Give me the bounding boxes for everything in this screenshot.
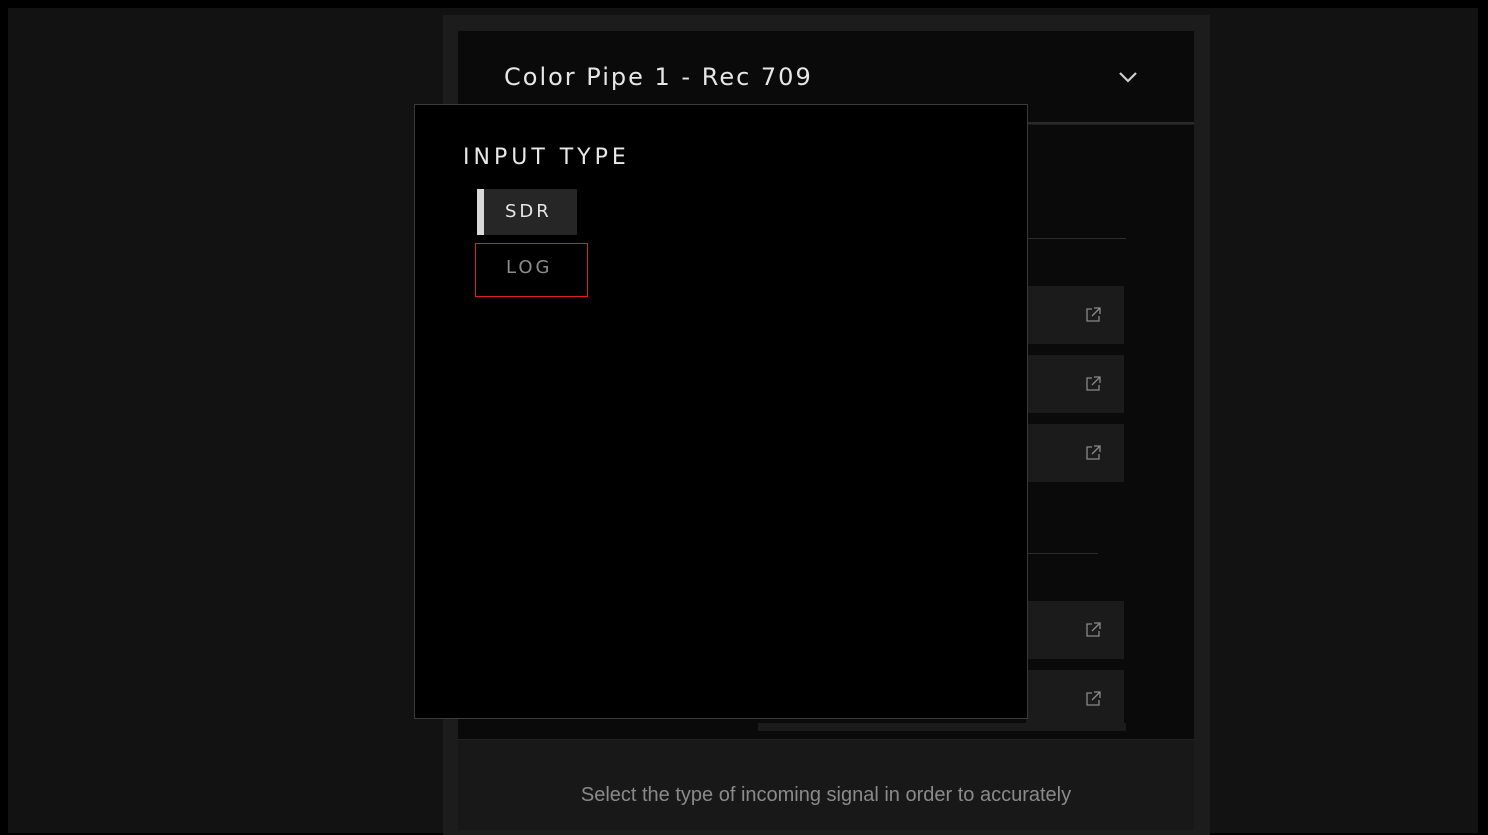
chevron-down-icon[interactable] bbox=[1118, 67, 1138, 87]
lut-row[interactable] bbox=[1026, 355, 1124, 413]
lut-row[interactable] bbox=[1026, 601, 1124, 659]
option-sdr[interactable]: SDR bbox=[477, 189, 577, 235]
lut-row[interactable] bbox=[1026, 286, 1124, 344]
option-log[interactable]: LOG bbox=[475, 243, 588, 297]
external-link-icon[interactable] bbox=[1084, 375, 1102, 393]
color-pipe-title: Color Pipe 1 - Rec 709 bbox=[504, 63, 813, 91]
help-text: Select the type of incoming signal in or… bbox=[580, 784, 1072, 806]
lut-row-extension bbox=[758, 723, 1126, 731]
input-type-popup: INPUT TYPE SDR LOG bbox=[414, 104, 1028, 719]
section-divider bbox=[1026, 238, 1126, 239]
popup-title: INPUT TYPE bbox=[463, 145, 630, 170]
lut-row[interactable] bbox=[1026, 670, 1124, 728]
external-link-icon[interactable] bbox=[1084, 621, 1102, 639]
external-link-icon[interactable] bbox=[1084, 690, 1102, 708]
section-divider bbox=[1026, 553, 1098, 554]
external-link-icon[interactable] bbox=[1084, 306, 1102, 324]
lut-row[interactable] bbox=[1026, 424, 1124, 482]
external-link-icon[interactable] bbox=[1084, 444, 1102, 462]
help-footer: Select the type of incoming signal in or… bbox=[458, 739, 1194, 830]
